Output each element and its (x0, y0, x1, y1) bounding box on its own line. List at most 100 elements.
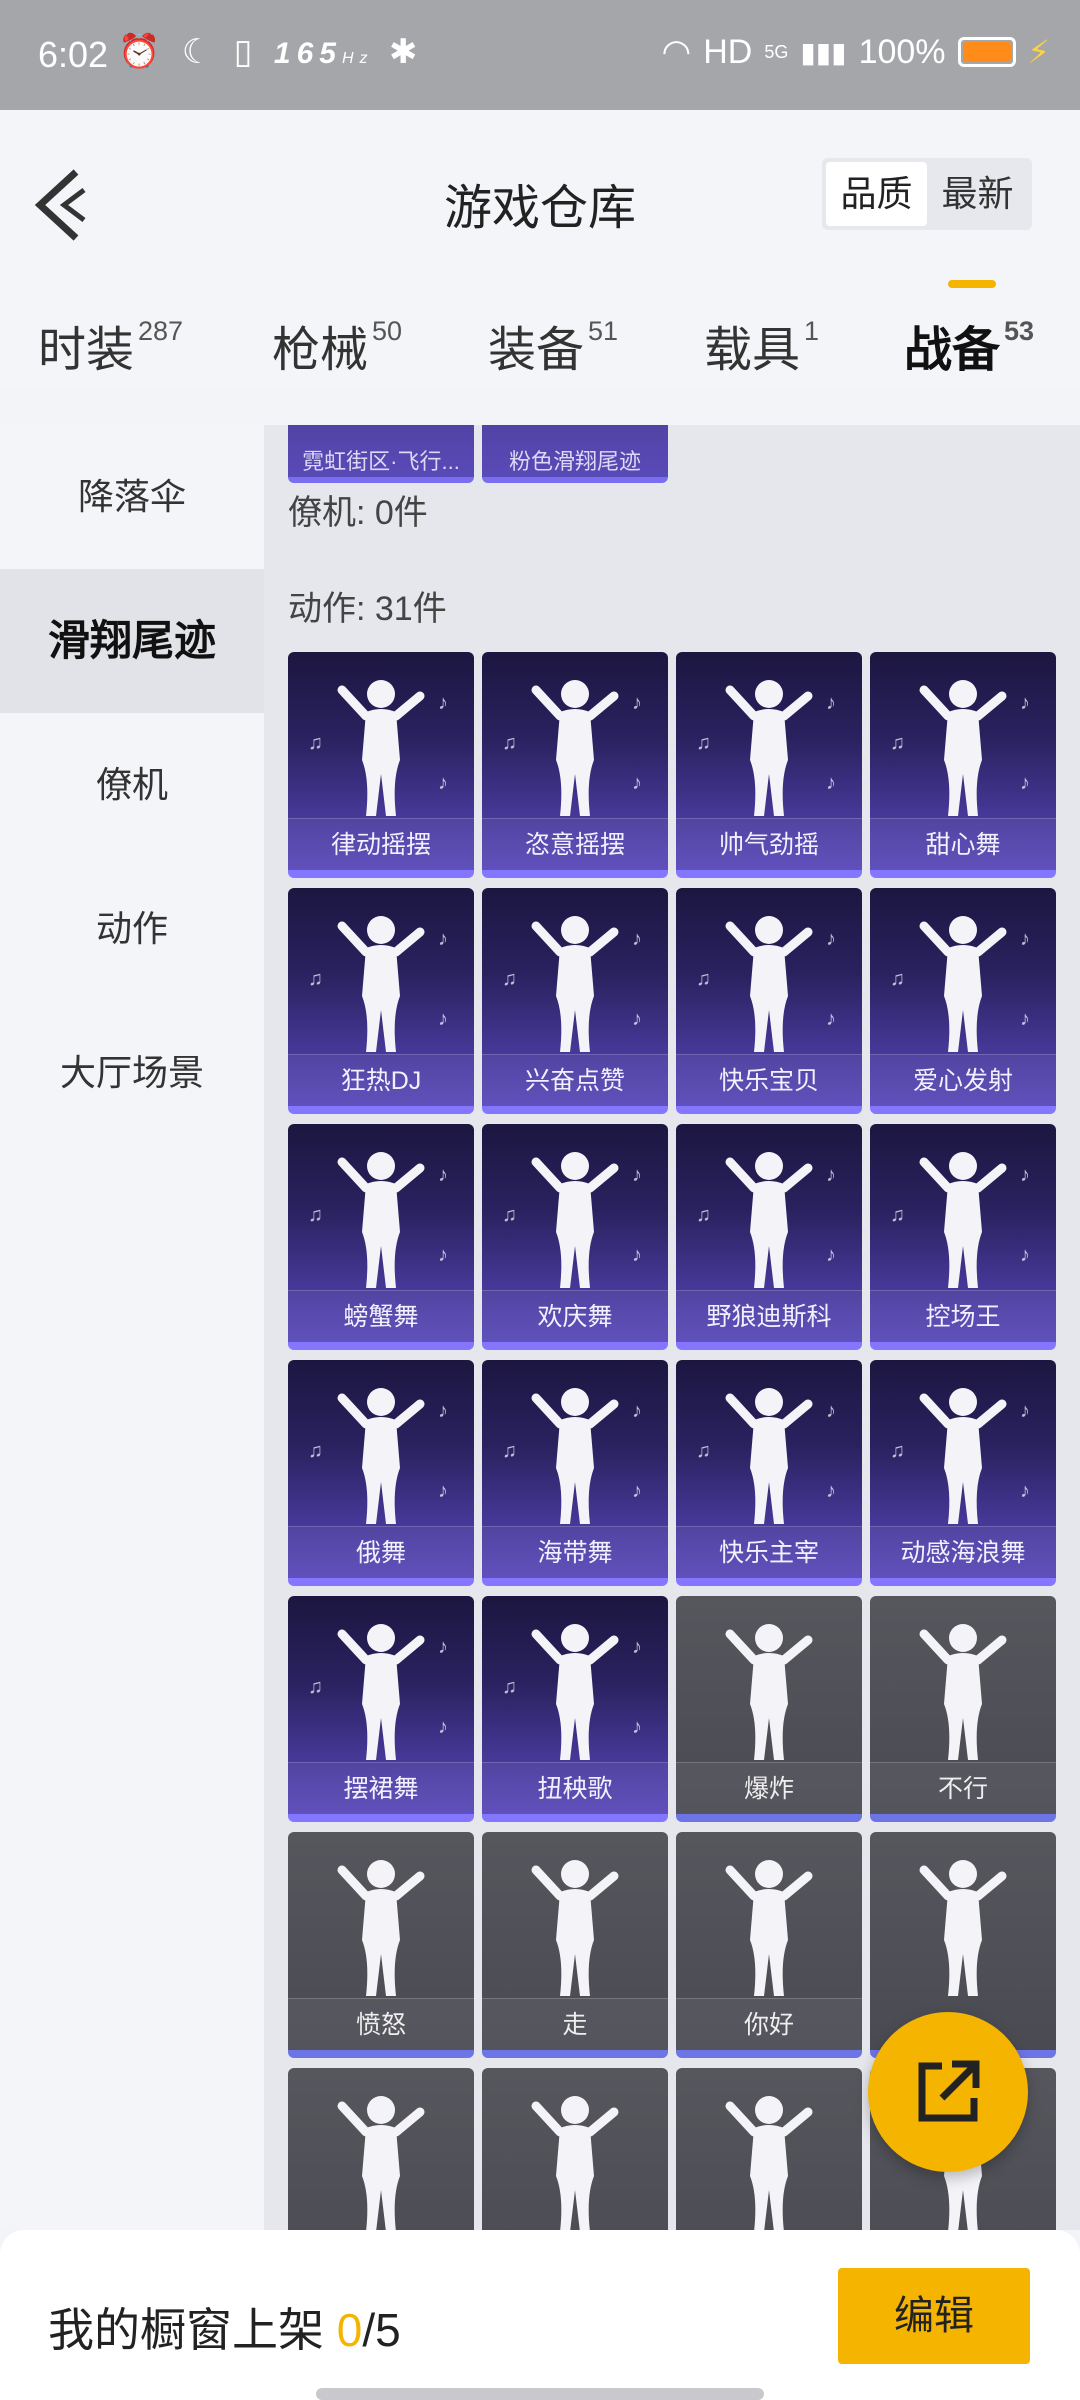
dancer-figure-icon (725, 2096, 813, 2230)
music-note-icon: ♪ (632, 692, 642, 714)
dancer-figure-icon (337, 680, 425, 816)
emote-card[interactable] (482, 2068, 668, 2230)
tab-count: 1 (804, 316, 820, 346)
vibrate-icon: ▯ (233, 33, 259, 71)
emote-card[interactable]: ♪ ♫ ♪ 快乐主宰 (676, 1360, 862, 1586)
sidebar-item-glide-trail[interactable]: 滑翔尾迹 (0, 569, 264, 713)
emote-card[interactable]: ♪ ♫ ♪ 螃蟹舞 (288, 1124, 474, 1350)
music-note-icon: ♪ (632, 928, 642, 950)
emote-card[interactable]: ♪ ♫ ♪ 控场王 (870, 1124, 1056, 1350)
emote-card[interactable]: ♪ ♫ ♪ 帅气劲摇 (676, 652, 862, 878)
edit-button[interactable]: 编辑 (838, 2268, 1030, 2364)
signal-type: 5G (764, 41, 789, 62)
emote-name: 愤怒 (288, 1998, 474, 2050)
music-note-icon: ♫ (890, 1440, 905, 1462)
music-note-icon: ♪ (632, 1400, 642, 1422)
music-note-icon: ♪ (826, 928, 836, 950)
dancer-figure-icon (725, 1388, 813, 1524)
status-icons-right: ◠ HD 5G ▮▮▮ 100% ⚡ (662, 32, 1050, 72)
music-note-icon: ♫ (502, 732, 517, 754)
tab-guns[interactable]: 枪械 50 (272, 310, 402, 380)
music-note-icon: ♪ (438, 1244, 448, 1266)
dancer-figure-icon (337, 1388, 425, 1524)
dancer-figure-icon (337, 1624, 425, 1760)
music-note-icon: ♪ (826, 1244, 836, 1266)
share-icon (918, 2060, 980, 2122)
refresh-unit: Hz (341, 50, 374, 67)
tab-vehicles[interactable]: 载具 1 (704, 310, 819, 380)
emote-name: 帅气劲摇 (676, 818, 862, 870)
tab-equipment[interactable]: 装备 51 (488, 310, 618, 380)
emote-card[interactable]: ♪ ♫ ♪ 律动摇摆 (288, 652, 474, 878)
emote-card[interactable]: ♪ ♫ ♪ 欢庆舞 (482, 1124, 668, 1350)
sidebar-item-parachute[interactable]: 降落伞 (0, 425, 264, 569)
emote-card[interactable]: 爆炸 (676, 1596, 862, 1822)
emote-card[interactable]: 你好 (676, 1832, 862, 2058)
music-note-icon: ♪ (438, 692, 448, 714)
music-note-icon: ♪ (826, 772, 836, 794)
emote-card[interactable]: ♪ ♫ ♪ 甜心舞 (870, 652, 1056, 878)
dancer-figure-icon (725, 916, 813, 1052)
music-note-icon: ♫ (696, 1440, 711, 1462)
glide-trail-card[interactable]: 霓虹街区·飞行... (288, 425, 474, 483)
emote-card[interactable]: ♪ ♫ ♪ 恣意摇摆 (482, 652, 668, 878)
hd-indicator: HD (703, 32, 753, 71)
emote-name: 律动摇摆 (288, 818, 474, 870)
emote-card[interactable]: ♪ ♫ ♪ 扭秧歌 (482, 1596, 668, 1822)
dancer-figure-icon (919, 1388, 1007, 1524)
dancer-figure-icon (531, 680, 619, 816)
header: 游戏仓库 品质 最新 时装 287 枪械 50 装备 51 载具 1 战备 53 (0, 110, 1080, 390)
emote-card[interactable]: ♪ ♫ ♪ 摆裙舞 (288, 1596, 474, 1822)
music-note-icon: ♫ (308, 1440, 323, 1462)
emote-card[interactable]: ♪ ♫ ♪ 海带舞 (482, 1360, 668, 1586)
emote-card[interactable]: 不行 (870, 1596, 1056, 1822)
emote-card[interactable]: ♪ ♫ ♪ 快乐宝贝 (676, 888, 862, 1114)
emote-card[interactable] (676, 2068, 862, 2230)
tab-label: 战备 (904, 324, 1001, 377)
music-note-icon: ♪ (438, 1716, 448, 1738)
music-note-icon: ♪ (826, 1400, 836, 1422)
emote-name: 野狼迪斯科 (676, 1290, 862, 1342)
music-note-icon: ♫ (502, 968, 517, 990)
sidebar-item-lobby-scene[interactable]: 大厅场景 (0, 1001, 264, 1145)
emote-section-title: 动作: 31件 (288, 590, 447, 628)
music-note-icon: ♪ (438, 1400, 448, 1422)
share-button[interactable] (868, 2012, 1028, 2172)
emote-card[interactable]: ♪ ♫ ♪ 动感海浪舞 (870, 1360, 1056, 1586)
emote-card[interactable]: ♪ ♫ ♪ 狂热DJ (288, 888, 474, 1114)
emote-name: 摆裙舞 (288, 1762, 474, 1814)
tab-indicator (948, 280, 996, 288)
status-icons-left: ⏰ ☾ ▯ 165Hz ✱ (118, 32, 423, 72)
tab-count: 53 (1004, 316, 1035, 346)
glide-trail-card[interactable]: 粉色滑翔尾迹 (482, 425, 668, 483)
emote-card[interactable]: 愤怒 (288, 1832, 474, 2058)
sort-newest[interactable]: 最新 (927, 162, 1028, 226)
emote-card[interactable] (288, 2068, 474, 2230)
bluetooth-icon: ✱ (388, 33, 424, 71)
tab-label: 枪械 (272, 324, 369, 377)
dancer-figure-icon (725, 1152, 813, 1288)
music-note-icon: ♪ (1020, 928, 1030, 950)
emote-card[interactable]: ♪ ♫ ♪ 野狼迪斯科 (676, 1124, 862, 1350)
music-note-icon: ♫ (696, 732, 711, 754)
music-note-icon: ♪ (1020, 692, 1030, 714)
dancer-figure-icon (531, 1152, 619, 1288)
music-note-icon: ♪ (632, 1164, 642, 1186)
tab-combat-supplies[interactable]: 战备 53 (904, 310, 1034, 380)
emote-card[interactable]: ♪ ♫ ♪ 兴奋点赞 (482, 888, 668, 1114)
sort-quality[interactable]: 品质 (826, 162, 927, 226)
emote-card[interactable]: ♪ ♫ ♪ 俄舞 (288, 1360, 474, 1586)
battery-icon (957, 37, 1016, 67)
tab-fashion[interactable]: 时装 287 (38, 310, 183, 380)
emote-card[interactable]: 走 (482, 1832, 668, 2058)
emote-name: 兴奋点赞 (482, 1054, 668, 1106)
sidebar-item-wingman[interactable]: 僚机 (0, 713, 264, 857)
dancer-figure-icon (337, 1152, 425, 1288)
emote-name: 动感海浪舞 (870, 1526, 1056, 1578)
sidebar-item-emotes[interactable]: 动作 (0, 857, 264, 1001)
dancer-figure-icon (725, 680, 813, 816)
signal-icon: ▮▮▮ (800, 36, 847, 68)
showcase-current: 0 (336, 2304, 363, 2356)
emote-card[interactable]: ♪ ♫ ♪ 爱心发射 (870, 888, 1056, 1114)
battery-percent: 100% (858, 32, 946, 71)
